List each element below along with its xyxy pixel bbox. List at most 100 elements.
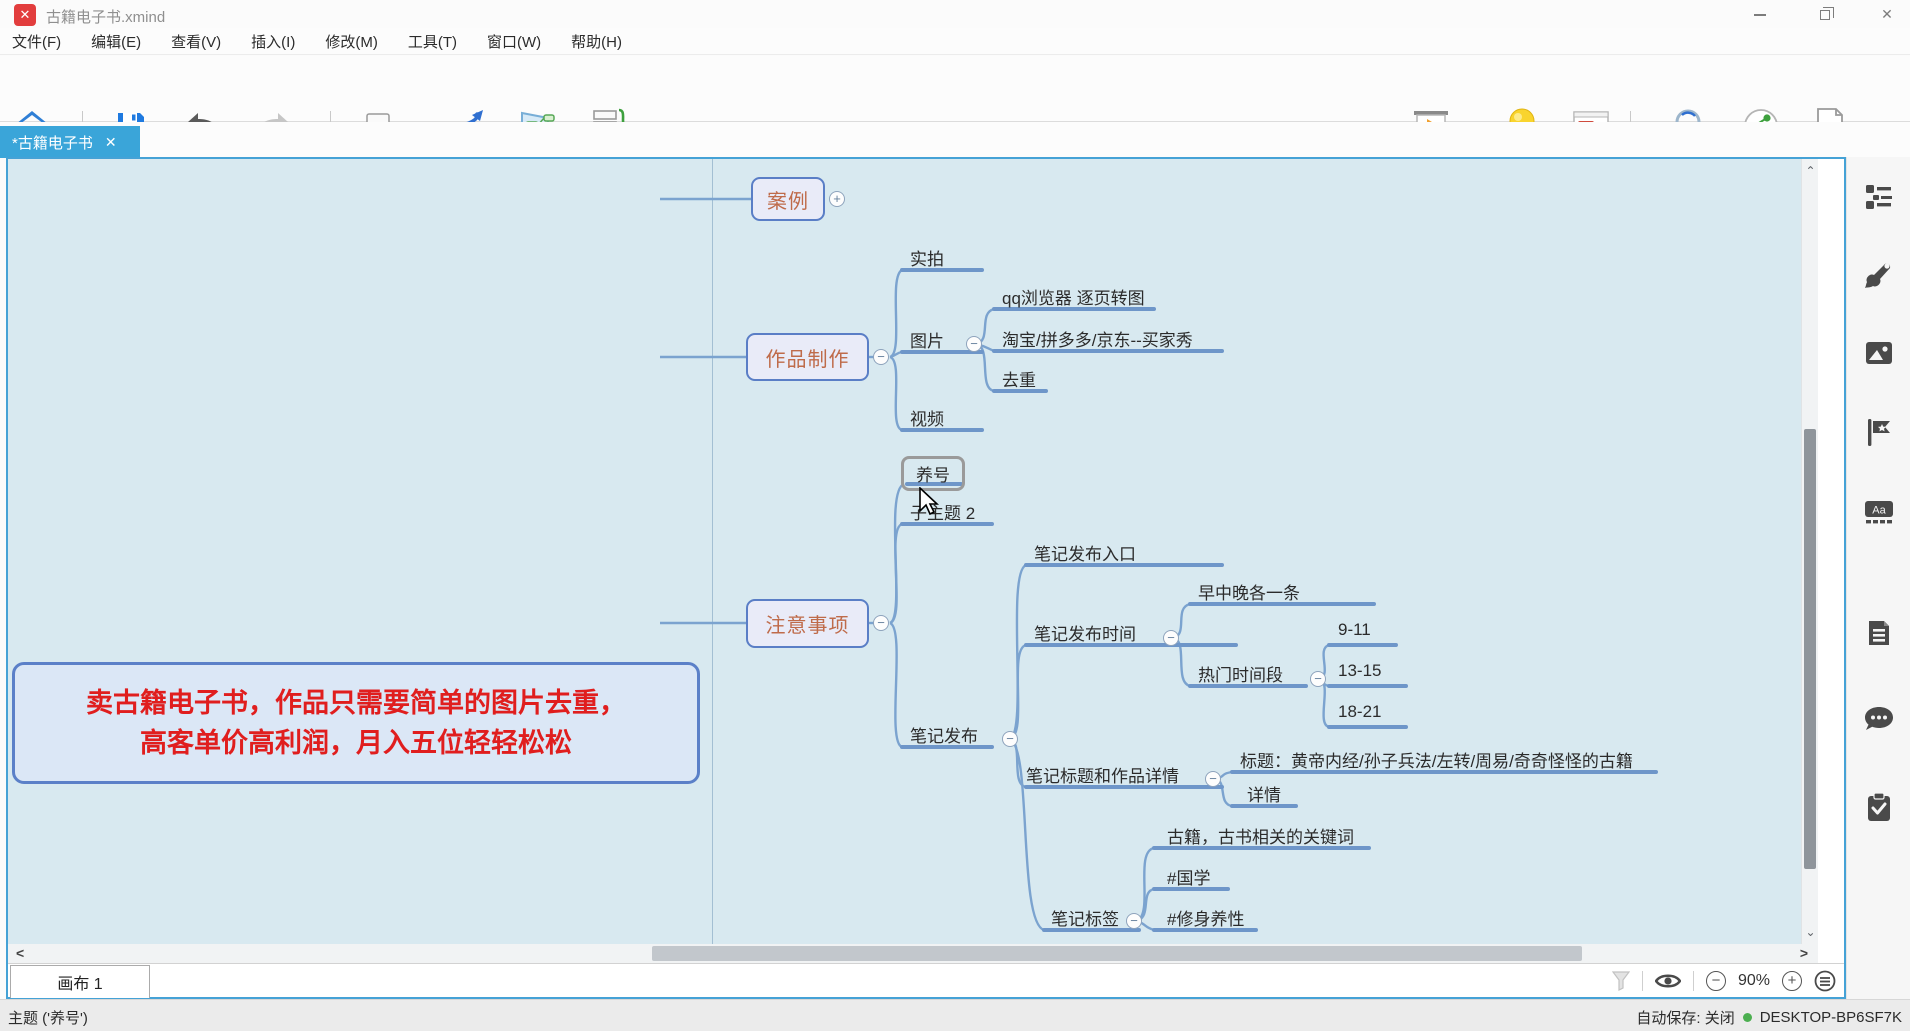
eye-icon[interactable] <box>1655 972 1681 990</box>
topic-xiangqing[interactable]: 详情 <box>1247 781 1281 806</box>
topic-biaoqian[interactable]: 笔记标签 <box>1051 905 1119 930</box>
right-sidebar: Aa <box>1846 157 1910 999</box>
menu-insert[interactable]: 插入(I) <box>251 31 295 52</box>
fit-map-icon[interactable] <box>1814 970 1836 992</box>
outline-icon <box>1865 184 1893 210</box>
topic-1315[interactable]: 13-15 <box>1338 661 1381 681</box>
format-panel-button[interactable] <box>1864 261 1894 291</box>
topic-zaozhongwan[interactable]: 早中晚各一条 <box>1198 579 1300 604</box>
collapse-icon-zuopin[interactable]: − <box>873 349 889 365</box>
connection-dot-icon <box>1743 1013 1752 1022</box>
topic-zizhuti[interactable]: 子主题 2 <box>910 499 975 524</box>
scroll-down-icon[interactable]: ⌄ <box>1802 925 1818 939</box>
collapse-icon-biaoqian[interactable]: − <box>1126 913 1142 929</box>
topic-quzhong[interactable]: 去重 <box>1002 366 1036 391</box>
topic-taobao[interactable]: 淘宝/拼多多/京东--买家秀 <box>1002 326 1193 351</box>
topic-1821[interactable]: 18-21 <box>1338 702 1381 722</box>
close-icon: ✕ <box>1881 6 1893 22</box>
topic-shipin[interactable]: 视频 <box>910 405 944 430</box>
image-panel-button[interactable] <box>1865 341 1893 365</box>
tab-close-icon[interactable]: ✕ <box>105 134 117 151</box>
minimize-button[interactable] <box>1737 0 1783 28</box>
document-tab[interactable]: *古籍电子书 ✕ <box>0 126 140 158</box>
topic-zhuyi[interactable]: 注意事项 <box>746 599 869 648</box>
expand-icon-anli[interactable]: + <box>829 191 845 207</box>
collapse-icon-fabu[interactable]: − <box>1002 731 1018 747</box>
collapse-icon-tupian[interactable]: − <box>966 336 982 352</box>
scroll-up-icon[interactable]: ⌃ <box>1802 164 1818 178</box>
menu-view[interactable]: 查看(V) <box>171 31 221 52</box>
device-name: DESKTOP-BP6SF7K <box>1760 1009 1902 1026</box>
zoom-in-button[interactable]: + <box>1782 971 1802 991</box>
menu-help[interactable]: 帮助(H) <box>571 31 622 52</box>
topic-qq[interactable]: qq浏览器 逐页转图 <box>1002 284 1145 309</box>
topic-xiushen[interactable]: #修身养性 <box>1167 905 1244 930</box>
callout-line1: 卖古籍电子书，作品只需要简单的图片去重， <box>86 683 626 723</box>
plus-glyph: + <box>833 191 841 206</box>
topic-tupian[interactable]: 图片 <box>910 327 944 352</box>
tasks-panel-button[interactable] <box>1866 792 1892 822</box>
scroll-left-icon[interactable]: < <box>16 945 24 961</box>
comments-panel-button[interactable] <box>1864 706 1894 732</box>
marker-panel-button[interactable] <box>1866 418 1892 446</box>
svg-text:Aa: Aa <box>1872 505 1886 517</box>
minus-glyph: − <box>877 349 885 364</box>
separator <box>1642 971 1643 991</box>
horizontal-scrollbar[interactable]: < > <box>8 944 1818 963</box>
menu-edit[interactable]: 编辑(E) <box>91 31 141 52</box>
minus-glyph: − <box>1209 771 1217 786</box>
topic-yanghao-label: 养号 <box>916 461 950 486</box>
menu-window[interactable]: 窗口(W) <box>487 31 541 52</box>
topic-biaoti[interactable]: 标题：黄帝内经/孙子兵法/左转/周易/奇奇怪怪的古籍 <box>1240 747 1633 772</box>
topic-biaotixq[interactable]: 笔记标题和作品详情 <box>1026 762 1179 787</box>
restore-icon <box>1820 10 1830 20</box>
menu-file[interactable]: 文件(F) <box>12 31 61 52</box>
collapse-icon-biaotixq[interactable]: − <box>1205 771 1221 787</box>
sheet-bar: 画布 1 − 90% + <box>8 963 1844 997</box>
callout-note[interactable]: 卖古籍电子书，作品只需要简单的图片去重， 高客单价高利润，月入五位轻轻松松 <box>12 662 700 784</box>
outline-panel-button[interactable] <box>1865 184 1893 210</box>
status-selection: 主题 ('养号') <box>8 1007 88 1028</box>
topic-anli[interactable]: 案例 <box>751 177 825 221</box>
label-panel-button[interactable]: Aa <box>1864 500 1894 526</box>
horizontal-scrollbar-thumb[interactable] <box>652 946 1582 961</box>
minus-glyph: − <box>1167 630 1175 645</box>
topic-remen[interactable]: 热门时间段 <box>1198 661 1283 686</box>
close-button[interactable]: ✕ <box>1864 0 1910 28</box>
format-brush-icon <box>1864 261 1894 291</box>
filter-icon[interactable] <box>1612 971 1630 991</box>
topic-fabu[interactable]: 笔记发布 <box>910 722 978 747</box>
collapse-icon-zhuyi[interactable]: − <box>873 615 889 631</box>
menu-modify[interactable]: 修改(M) <box>325 31 378 52</box>
mindmap-canvas[interactable]: 案例 + 作品制作 − 注意事项 − 实拍 图片 − qq浏览器 逐页转图 淘宝… <box>8 159 1818 944</box>
topic-guoxue[interactable]: #国学 <box>1167 864 1210 889</box>
notes-panel-button[interactable] <box>1867 619 1891 647</box>
vertical-scrollbar-thumb[interactable] <box>1804 429 1816 869</box>
collapse-icon-shijian[interactable]: − <box>1163 630 1179 646</box>
collapse-icon-remen[interactable]: − <box>1310 671 1326 687</box>
topic-shijian[interactable]: 笔记发布时间 <box>1034 620 1136 645</box>
status-bar: 主题 ('养号') 自动保存: 关闭 DESKTOP-BP6SF7K <box>0 999 1910 1031</box>
callout-line2: 高客单价高利润，月入五位轻轻松松 <box>140 723 572 763</box>
menu-tools[interactable]: 工具(T) <box>408 31 457 52</box>
document-tab-bar: *古籍电子书 ✕ <box>0 122 1910 158</box>
zoom-out-button[interactable]: − <box>1706 971 1726 991</box>
title-bar: ✕ 古籍电子书.xmind ✕ <box>0 0 1910 28</box>
restore-button[interactable] <box>1802 0 1848 28</box>
comment-icon <box>1864 706 1894 732</box>
topic-guji[interactable]: 古籍，古书相关的关键词 <box>1167 823 1354 848</box>
topic-rukou[interactable]: 笔记发布入口 <box>1034 540 1136 565</box>
xmind-window: ✕ 古籍电子书.xmind ✕ 文件(F) 编辑(E) 查看(V) 插入(I) … <box>0 0 1910 1031</box>
autosave-status: 自动保存: 关闭 <box>1636 1007 1734 1028</box>
topic-yanghao-selected[interactable]: 养号 <box>901 456 965 491</box>
topic-shipai[interactable]: 实拍 <box>910 245 944 270</box>
topic-911[interactable]: 9-11 <box>1338 620 1371 640</box>
sheet-tab-canvas1[interactable]: 画布 1 <box>10 965 150 998</box>
scroll-right-icon[interactable]: > <box>1800 945 1808 961</box>
topic-zuopin[interactable]: 作品制作 <box>746 333 869 381</box>
document-tab-label: *古籍电子书 <box>12 132 93 153</box>
main-toolbar: ▾ ••• ▾ <box>0 56 1910 122</box>
topic-zhuyi-label: 注意事项 <box>766 609 850 638</box>
topic-zuopin-label: 作品制作 <box>766 343 850 372</box>
vertical-scrollbar[interactable]: ⌃ ⌄ <box>1801 159 1818 944</box>
